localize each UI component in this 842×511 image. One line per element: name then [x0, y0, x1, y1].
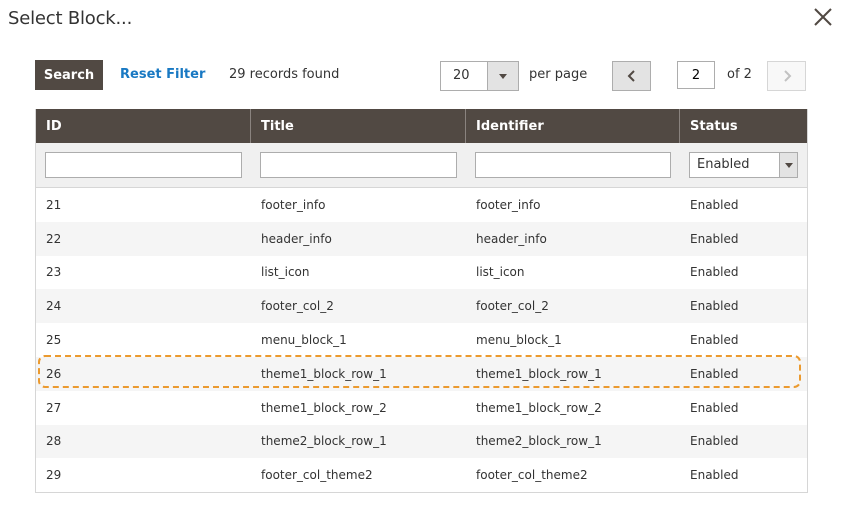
- cell-id: 26: [46, 366, 62, 381]
- cell-identifier: footer_col_theme2: [476, 468, 588, 483]
- table-row[interactable]: 29 footer_col_theme2 footer_col_theme2 Enab…: [36, 458, 807, 493]
- cell-id: 21: [46, 197, 62, 212]
- reset-filter-link[interactable]: Reset Filter: [120, 67, 205, 82]
- grid-toolbar: Search Reset Filter 29 records found 20 …: [35, 60, 806, 91]
- table-row[interactable]: 24 footer_col_2 footer_col_2 Enabled: [36, 289, 807, 324]
- cell-title: footer_info: [261, 197, 326, 212]
- grid-body: 21 footer_info footer_info Enabled 22 header_…: [36, 188, 807, 493]
- cell-title: theme1_block_row_2: [261, 400, 387, 415]
- status-filter-value: Enabled: [697, 157, 750, 172]
- column-header-identifier[interactable]: Identifier: [466, 109, 680, 143]
- modal-title: Select Block...: [8, 8, 133, 29]
- per-page-label: per page: [529, 67, 588, 82]
- next-page-button[interactable]: [767, 61, 806, 91]
- cell-identifier: list_icon: [476, 265, 525, 280]
- close-button[interactable]: [812, 6, 834, 28]
- per-page-select[interactable]: 20: [440, 61, 519, 91]
- cell-title: list_icon: [261, 265, 310, 280]
- chevron-right-icon: [783, 70, 791, 82]
- per-page-dropdown-button[interactable]: [487, 62, 518, 90]
- cell-status: Enabled: [690, 231, 739, 246]
- column-header-title[interactable]: Title: [251, 109, 466, 143]
- cell-identifier: footer_col_2: [476, 299, 549, 314]
- identifier-filter-input[interactable]: [475, 152, 671, 178]
- cell-id: 22: [46, 231, 62, 246]
- cell-id: 27: [46, 400, 62, 415]
- triangle-down-icon: [499, 73, 507, 79]
- close-icon: [814, 8, 832, 26]
- filter-cell-identifier: [466, 143, 680, 187]
- filter-cell-status: Enabled: [680, 143, 807, 187]
- table-row[interactable]: 21 footer_info footer_info Enabled: [36, 188, 807, 222]
- total-pages-label: of 2: [727, 67, 752, 82]
- cell-identifier: theme1_block_row_1: [476, 366, 602, 381]
- filter-row: Enabled: [36, 143, 807, 188]
- table-row[interactable]: 26 theme1_block_row_1 theme1_block_row_1 En…: [36, 356, 807, 391]
- table-row[interactable]: 22 header_info header_info Enabled: [36, 221, 807, 256]
- current-page-input[interactable]: [677, 61, 715, 89]
- triangle-down-icon: [784, 162, 793, 168]
- per-page-value: 20: [453, 68, 470, 83]
- table-row[interactable]: 25 menu_block_1 menu_block_1 Enabled: [36, 323, 807, 357]
- chevron-left-icon: [627, 70, 635, 82]
- cell-status: Enabled: [690, 197, 739, 212]
- cell-status: Enabled: [690, 333, 739, 348]
- cell-title: theme2_block_row_1: [261, 434, 387, 449]
- cell-id: 29: [46, 468, 62, 483]
- cell-id: 28: [46, 434, 62, 449]
- cell-id: 24: [46, 299, 62, 314]
- cell-title: menu_block_1: [261, 333, 347, 348]
- cell-status: Enabled: [690, 366, 739, 381]
- status-dropdown-button[interactable]: [779, 153, 797, 177]
- table-row[interactable]: 27 theme1_block_row_2 theme1_block_row_2 En…: [36, 390, 807, 425]
- cell-title: header_info: [261, 231, 332, 246]
- filter-cell-title: [251, 143, 466, 187]
- cell-title: footer_col_2: [261, 299, 334, 314]
- table-row[interactable]: 28 theme2_block_row_1 theme2_block_row_1 En…: [36, 424, 807, 459]
- cell-identifier: footer_info: [476, 197, 541, 212]
- column-header-status[interactable]: Status: [680, 109, 807, 143]
- previous-page-button[interactable]: [612, 61, 651, 91]
- cell-status: Enabled: [690, 400, 739, 415]
- title-filter-input[interactable]: [260, 152, 457, 178]
- cell-status: Enabled: [690, 299, 739, 314]
- cell-identifier: theme1_block_row_2: [476, 400, 602, 415]
- cell-id: 23: [46, 265, 62, 280]
- search-button[interactable]: Search: [35, 60, 103, 90]
- cell-id: 25: [46, 333, 62, 348]
- cell-title: footer_col_theme2: [261, 468, 373, 483]
- cell-identifier: theme2_block_row_1: [476, 434, 602, 449]
- cell-title: theme1_block_row_1: [261, 366, 387, 381]
- column-header-id[interactable]: ID: [36, 109, 251, 143]
- status-filter-select[interactable]: Enabled: [689, 152, 798, 178]
- cell-identifier: menu_block_1: [476, 333, 562, 348]
- cell-status: Enabled: [690, 468, 739, 483]
- cell-status: Enabled: [690, 265, 739, 280]
- filter-cell-id: [36, 143, 251, 187]
- cell-status: Enabled: [690, 434, 739, 449]
- grid-header-row: ID Title Identifier Status: [36, 109, 807, 143]
- table-row[interactable]: 23 list_icon list_icon Enabled: [36, 255, 807, 290]
- blocks-grid: ID Title Identifier Status Enabled 21 foo…: [35, 109, 808, 494]
- id-filter-input[interactable]: [45, 152, 242, 178]
- records-found-count: 29 records found: [229, 67, 340, 82]
- cell-identifier: header_info: [476, 231, 547, 246]
